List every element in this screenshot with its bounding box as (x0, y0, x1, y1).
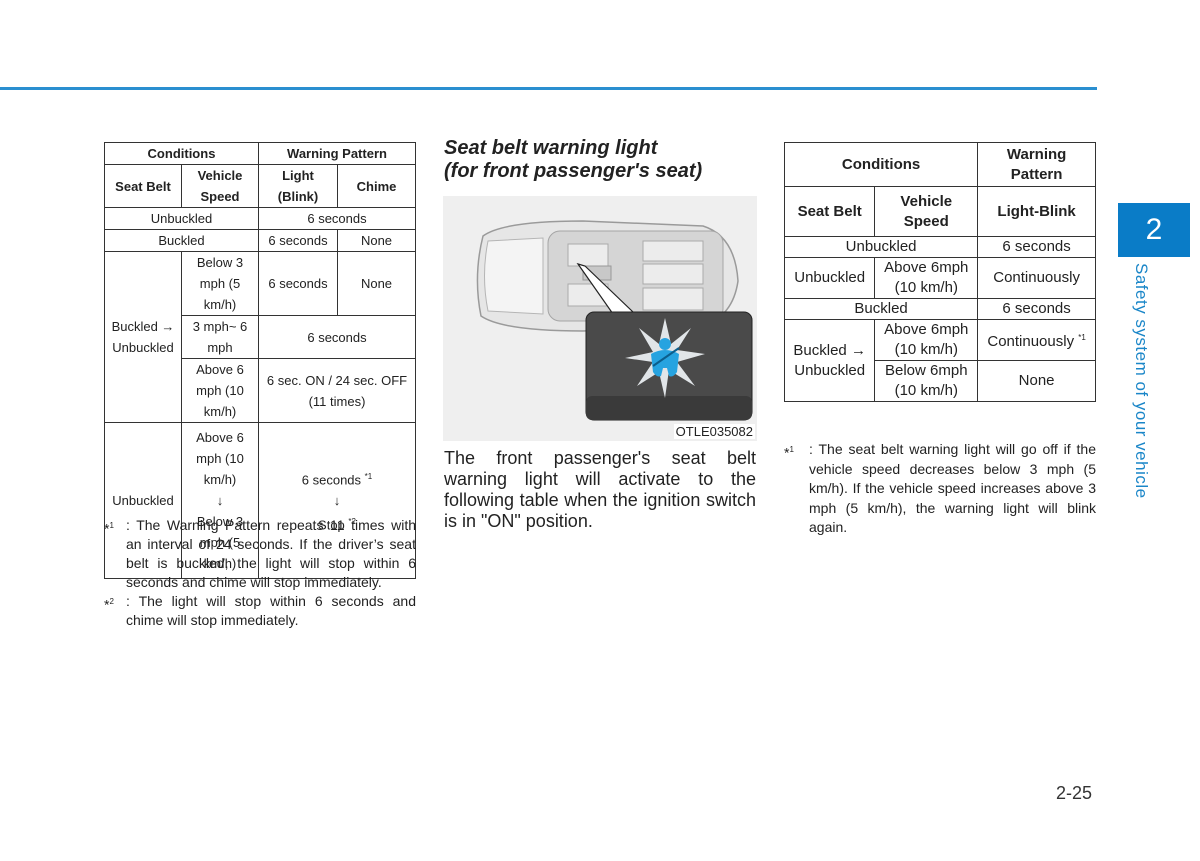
title-line: (for front passenger's seat) (444, 160, 703, 182)
page-number: 2-25 (1056, 783, 1093, 803)
cell: None (337, 251, 416, 316)
header-warning-pattern: Warning Pattern (977, 142, 1096, 187)
table-row: Buckled 6 seconds (783, 298, 1096, 320)
cell: Above 6mph (10 km/h) (874, 257, 979, 299)
cell: Below 6mph (10 km/h) (874, 360, 979, 402)
cell: 6 seconds (258, 229, 338, 252)
table-row: Buckled → Unbuckled Above 6mph (10 km/h)… (783, 319, 1096, 402)
table-row: Unbuckled 6 seconds (783, 236, 1096, 258)
section-title: Seat belt warning light (for front passe… (444, 137, 764, 183)
driver-seatbelt-table: Conditions Warning Pattern Seat Belt Veh… (104, 142, 416, 579)
left-footnotes: *1 : The Warning Pattern repeats 11 time… (104, 516, 416, 630)
footnote: *1 : The seat belt warning light will go… (784, 440, 1096, 538)
header-conditions: Conditions (783, 142, 979, 187)
header-vehicle-speed: Vehicle Speed (181, 164, 259, 208)
pattern: Continuously (987, 333, 1075, 350)
chapter-label: Safety system of your vehicle (1132, 263, 1151, 499)
cell: Below 3 mph (5 km/h) (181, 251, 259, 316)
table-row: Unbuckled 6 seconds (104, 207, 416, 230)
header-vehicle-speed: Vehicle Speed (874, 186, 979, 237)
header-light: Light (Blink) (258, 164, 338, 208)
header-rule (0, 87, 1097, 90)
footnote-text: : The seat belt warning light will go of… (809, 441, 1096, 535)
cell: Unbuckled (783, 257, 876, 299)
footnote: *2 : The light will stop within 6 second… (104, 592, 416, 630)
title-line: Seat belt warning light (444, 137, 658, 159)
cell: 3 mph~ 6 mph (181, 315, 259, 359)
right-footnotes: *1 : The seat belt warning light will go… (784, 440, 1096, 538)
table-row: Buckled 6 seconds None (104, 229, 416, 252)
cell: Unbuckled (783, 236, 979, 258)
cell: 6 seconds (258, 207, 416, 230)
figure-caption: OTLE035082 (673, 424, 755, 439)
cell: 6 seconds (258, 315, 416, 359)
cell: Continuously *1 (977, 319, 1096, 361)
footnote-num: 2 (109, 597, 114, 606)
car-top-view-icon (476, 220, 753, 421)
passenger-seatbelt-table: Conditions Warning Pattern Seat Belt Veh… (783, 142, 1096, 402)
down-arrow-icon: ↓ (333, 493, 341, 508)
table-row: Buckled → Unbuckled Below 3 mph (5 km/h)… (104, 251, 416, 423)
footnote-ref: *1 (364, 471, 373, 481)
cell: 6 sec. ON / 24 sec. OFF (11 times) (258, 358, 416, 423)
pattern-from: 6 seconds (301, 472, 362, 487)
cell: Buckled (783, 298, 979, 320)
header-conditions: Conditions (104, 142, 259, 165)
footnote-num: 1 (789, 445, 794, 454)
footnote-text: : The Warning Pattern repeats 11 times w… (126, 517, 416, 590)
cell: Above 6 mph (10 km/h) (181, 358, 259, 423)
cell: None (337, 229, 416, 252)
footnote-text: : The light will stop within 6 seconds a… (126, 593, 416, 628)
header-warning-pattern: Warning Pattern (258, 142, 416, 165)
cell: 6 seconds (258, 251, 338, 316)
header-seat-belt: Seat Belt (104, 164, 182, 208)
header-light: Light-Blink (977, 186, 1096, 237)
cell: Continuously (977, 257, 1096, 299)
header-seat-belt: Seat Belt (783, 186, 876, 237)
down-arrow-icon: ↓ (216, 493, 224, 508)
header-chime: Chime (337, 164, 416, 208)
car-illustration: OTLE035082 (443, 196, 757, 441)
cell: Above 6mph (10 km/h) (874, 319, 979, 361)
table-row: Unbuckled Above 6mph (10 km/h) Continuou… (783, 257, 1096, 299)
cell: Unbuckled (104, 207, 259, 230)
cell: Buckled → Unbuckled (104, 251, 182, 423)
cell: Buckled (104, 229, 259, 252)
footnote: *1 : The Warning Pattern repeats 11 time… (104, 516, 416, 592)
speed-from: Above 6 mph (10 km/h) (196, 430, 244, 487)
footnote-num: 1 (109, 521, 114, 530)
chapter-tab: 2 (1118, 203, 1190, 257)
footnote-ref: *1 (1078, 333, 1086, 342)
cell: 6 seconds (977, 298, 1096, 320)
body-paragraph: The front passenger's seat belt warning … (444, 448, 756, 531)
cell: None (977, 360, 1096, 402)
cell: 6 seconds (977, 236, 1096, 258)
cell: Buckled → Unbuckled (783, 319, 876, 402)
